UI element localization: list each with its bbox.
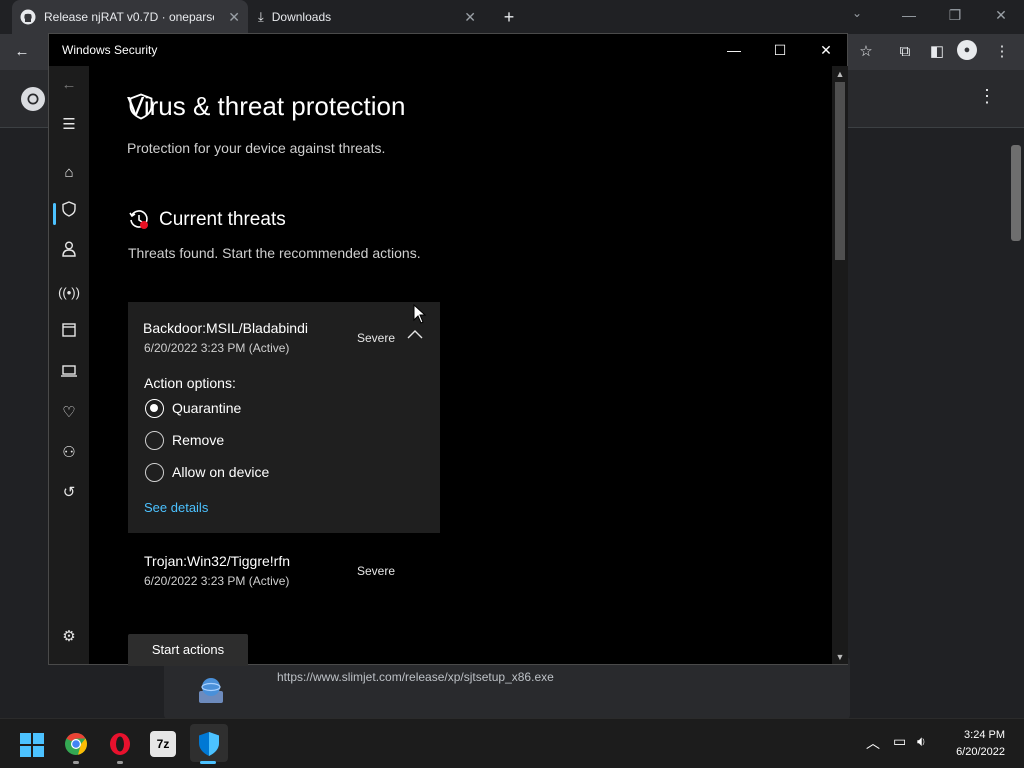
device-security-icon[interactable]: [57, 361, 81, 385]
collapse-chevron-icon[interactable]: [407, 326, 423, 342]
browser-menu-icon[interactable]: ⋮: [990, 40, 1014, 64]
page-subtitle: Protection for your device against threa…: [127, 140, 386, 156]
back-icon[interactable]: ←: [10, 40, 34, 64]
download-icon: ⤓: [258, 9, 264, 24]
family-options-icon[interactable]: ⚇: [57, 441, 81, 465]
clock-time[interactable]: 3:24 PM: [955, 729, 1005, 741]
home-icon[interactable]: ⌂: [57, 161, 81, 185]
threat-name: Backdoor:MSIL/Bladabindi: [143, 320, 308, 336]
maximize-button[interactable]: ☐: [757, 34, 803, 66]
scroll-up-arrow-icon[interactable]: ▲: [832, 69, 848, 79]
threat-timestamp: 6/20/2022 3:23 PM (Active): [144, 341, 290, 355]
protection-history-icon[interactable]: ↺: [57, 481, 81, 505]
window-title: Windows Security: [62, 43, 158, 57]
remove-radio[interactable]: [145, 431, 164, 450]
tab-search-icon[interactable]: ⌄: [852, 6, 872, 20]
hamburger-menu-icon[interactable]: ☰: [57, 113, 81, 137]
volume-icon[interactable]: 🔉︎: [917, 733, 926, 750]
bookmark-star-icon[interactable]: ☆: [854, 40, 878, 64]
running-indicator: [73, 761, 79, 764]
shield-nav-icon[interactable]: [57, 201, 81, 225]
opera-icon[interactable]: [108, 732, 132, 756]
installer-file-icon: [199, 678, 223, 703]
quarantine-radio[interactable]: [145, 399, 164, 418]
allow-on-device-radio[interactable]: [145, 463, 164, 482]
close-button[interactable]: ✕: [803, 34, 849, 66]
see-details-link[interactable]: See details: [144, 500, 208, 515]
shield-icon[interactable]: [197, 731, 221, 757]
browser-tab-release[interactable]: Release njRAT v0.7D · oneparsec/ ✕: [12, 0, 248, 34]
settings-gear-icon[interactable]: ⚙: [57, 625, 81, 649]
browser-tab-strip: Release njRAT v0.7D · oneparsec/ ✕ ⤓ Dow…: [0, 0, 1024, 34]
tab-title: Release njRAT v0.7D · oneparsec/: [44, 10, 214, 24]
download-url[interactable]: https://www.slimjet.com/release/xp/sjtse…: [277, 670, 554, 684]
browser-minimize-button[interactable]: —: [886, 0, 932, 34]
quarantine-label[interactable]: Quarantine: [172, 400, 241, 416]
windows-icon[interactable]: [20, 733, 44, 757]
profile-icon[interactable]: ●: [957, 40, 977, 60]
account-protection-icon[interactable]: [57, 241, 81, 265]
threat-severity: Severe: [357, 331, 396, 345]
browser-close-button[interactable]: ✕: [978, 0, 1024, 34]
download-item: [164, 657, 850, 719]
close-tab-icon[interactable]: ✕: [228, 9, 240, 26]
current-threats-icon: [129, 210, 148, 229]
nav-active-indicator: [53, 203, 56, 225]
7zip-icon[interactable]: 7z: [150, 731, 176, 757]
nav-rail: ← ☰ ⌂ ((•)) ♡ ⚇ ↺ ⚙: [49, 66, 89, 664]
allow-on-device-label[interactable]: Allow on device: [172, 464, 269, 480]
windows-security-window: Windows Security — ☐ ✕ ← ☰ ⌂ ((•)) ♡ ⚇ ↺…: [48, 33, 848, 666]
minimize-button[interactable]: —: [711, 34, 757, 66]
scroll-down-arrow-icon[interactable]: ▼: [832, 652, 848, 662]
section-subtitle: Threats found. Start the recommended act…: [128, 245, 421, 261]
extensions-icon[interactable]: ⧉: [893, 40, 917, 64]
mouse-cursor-icon: [413, 304, 427, 324]
chrome-icon[interactable]: [64, 732, 88, 756]
threat-timestamp: 6/20/2022 3:23 PM (Active): [144, 574, 290, 588]
page-scrollbar-thumb[interactable]: [1011, 145, 1021, 241]
browser-tab-downloads[interactable]: ⤓ Downloads ✕: [250, 0, 484, 34]
threat-severity: Severe: [357, 564, 396, 578]
window-scrollbar-thumb[interactable]: [835, 82, 845, 260]
page-menu-icon[interactable]: ⋮: [978, 86, 996, 107]
device-health-icon[interactable]: ♡: [57, 401, 81, 425]
running-indicator: [117, 761, 123, 764]
new-tab-button[interactable]: +: [498, 6, 520, 28]
firewall-network-icon[interactable]: ((•)): [57, 281, 81, 305]
side-panel-icon[interactable]: ◧: [925, 40, 949, 64]
start-actions-button[interactable]: Start actions: [128, 634, 248, 666]
remove-label[interactable]: Remove: [172, 432, 224, 448]
browser-restore-button[interactable]: ❐: [932, 0, 978, 34]
active-indicator: [200, 761, 216, 764]
chrome-logo-icon: [21, 87, 45, 111]
network-icon[interactable]: ▭: [893, 733, 906, 750]
page-title: Virus & threat protection: [127, 91, 406, 121]
window-title-bar: Windows Security — ☐ ✕: [49, 34, 847, 66]
section-title: Current threats: [159, 209, 286, 230]
app-browser-control-icon[interactable]: [57, 321, 81, 345]
threat-name[interactable]: Trojan:Win32/Tiggre!rfn: [144, 553, 290, 569]
github-icon: [20, 9, 36, 25]
taskbar: 7z ︿ ▭ 🔉︎ 3:24 PM 6/20/2022: [0, 718, 1024, 768]
close-tab-icon[interactable]: ✕: [464, 9, 476, 26]
back-arrow-icon[interactable]: ←: [57, 73, 81, 97]
clock-date[interactable]: 6/20/2022: [945, 746, 1005, 758]
tab-title: Downloads: [271, 10, 332, 24]
action-options-label: Action options:: [144, 375, 236, 391]
show-hidden-icons-icon[interactable]: ︿: [866, 733, 880, 753]
